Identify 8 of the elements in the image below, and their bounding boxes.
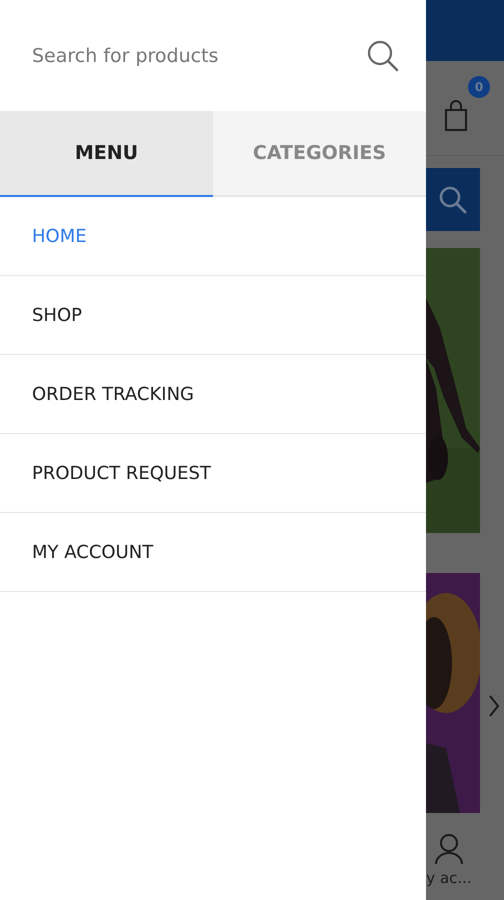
- search-field[interactable]: Search for products: [32, 44, 356, 66]
- user-icon[interactable]: [434, 833, 464, 865]
- search-icon[interactable]: [366, 38, 400, 72]
- search-button[interactable]: [426, 168, 480, 231]
- cart-count: 0: [468, 76, 490, 98]
- tab[interactable]: MENU: [0, 111, 213, 197]
- search-icon: [438, 184, 468, 214]
- chevron-right-icon[interactable]: [488, 694, 500, 718]
